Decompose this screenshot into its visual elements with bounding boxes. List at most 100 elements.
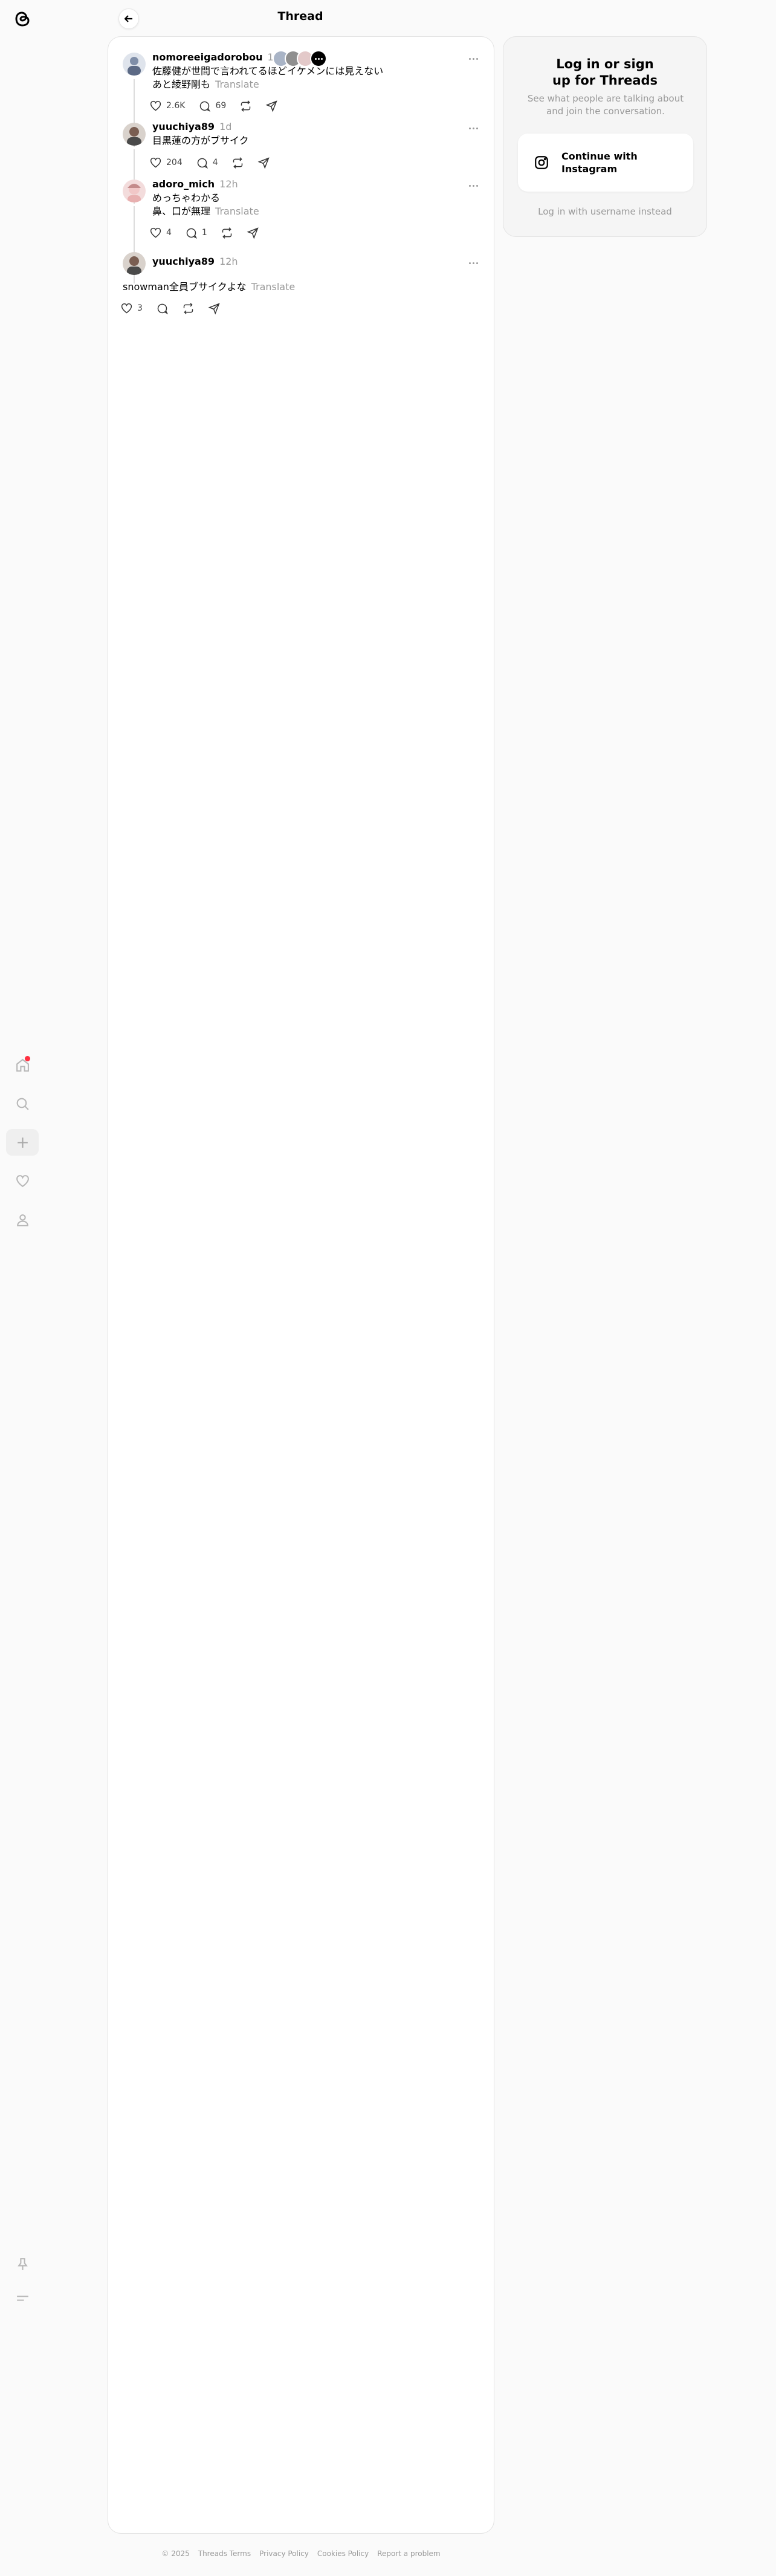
like-button[interactable]: 2.6K — [149, 100, 185, 112]
username[interactable]: nomoreeigadorobou — [152, 51, 263, 63]
heart-icon — [150, 100, 161, 111]
search-icon — [16, 1098, 29, 1110]
post-actions: 3 — [120, 299, 221, 317]
post-actions: 2.6K 69 — [149, 97, 278, 115]
translate-link[interactable]: Translate — [215, 205, 259, 217]
share-button[interactable] — [257, 157, 270, 169]
post-text: 目黒蓮の方がブサイク — [152, 134, 249, 147]
copyright: © 2025 — [161, 2549, 190, 2558]
repost-button[interactable] — [182, 302, 195, 315]
repost-icon — [222, 227, 232, 239]
heart-icon — [150, 157, 161, 167]
footer-link-privacy[interactable]: Privacy Policy — [259, 2549, 309, 2558]
nav-menu[interactable] — [6, 2285, 39, 2311]
page-title: Thread — [277, 10, 323, 23]
repost-button[interactable] — [239, 100, 252, 112]
post-header: nomoreeigadorobou1d — [152, 51, 280, 63]
footer-link-terms[interactable]: Threads Terms — [198, 2549, 251, 2558]
like-button[interactable]: 3 — [120, 302, 143, 315]
profile-icon — [16, 1214, 28, 1226]
more-options-button[interactable] — [466, 257, 480, 269]
translate-link[interactable]: Translate — [215, 79, 259, 90]
more-options-button[interactable] — [466, 53, 480, 65]
reply-avatars[interactable] — [273, 49, 327, 68]
like-count: 2.6K — [166, 101, 186, 111]
login-title: Log in or sign up for Threads — [552, 57, 658, 88]
post-header: adoro_mich 12h — [152, 178, 238, 190]
repost-icon — [241, 100, 251, 112]
comment-icon — [200, 101, 211, 112]
continue-with-instagram-button[interactable]: Continue with Instagram — [518, 134, 693, 192]
repost-button[interactable] — [231, 157, 244, 169]
nav-profile[interactable] — [6, 1206, 39, 1233]
more-options-button[interactable] — [466, 122, 480, 134]
more-options-button[interactable] — [466, 180, 480, 192]
share-button[interactable] — [208, 302, 221, 315]
translate-link[interactable]: Translate — [251, 281, 296, 293]
nav-new-thread[interactable] — [6, 1129, 39, 1156]
post-text-line: めっちゃわかる — [152, 192, 221, 204]
username[interactable]: adoro_mich — [152, 178, 215, 190]
like-button[interactable]: 4 — [149, 227, 172, 239]
footer: © 2025 Threads Terms Privacy Policy Cook… — [108, 2549, 494, 2558]
avatar[interactable] — [123, 53, 146, 76]
like-button[interactable]: 204 — [149, 157, 183, 169]
like-count: 204 — [166, 158, 183, 167]
more-replies-icon — [310, 50, 327, 67]
thread-card: nomoreeigadorobou1d 佐藤健が世間で言われてるほどイケメンには… — [108, 36, 494, 2534]
footer-link-cookies[interactable]: Cookies Policy — [317, 2549, 369, 2558]
login-username-link[interactable]: Log in with username instead — [503, 206, 706, 217]
avatar[interactable] — [123, 180, 146, 202]
login-subtitle: See what people are talking about and jo… — [527, 93, 684, 117]
post-text: めっちゃわかる 鼻、口が無理 Translate — [152, 192, 259, 218]
share-button[interactable] — [247, 227, 259, 239]
comment-icon — [157, 303, 168, 314]
post-header: yuuchiya89 12h — [152, 256, 238, 267]
post-text: 佐藤健が世間で言われてるほどイケメンには見えない あと綾野剛も Translate — [152, 65, 383, 91]
share-button[interactable] — [265, 100, 278, 112]
timestamp: 12h — [219, 256, 238, 267]
instagram-icon — [535, 156, 548, 169]
nav-pin[interactable] — [6, 2251, 39, 2277]
comment-icon — [186, 228, 197, 239]
post-actions: 204 4 — [149, 154, 270, 172]
menu-icon — [16, 2295, 28, 2301]
post-text-line: snowman全員ブサイクよな — [123, 281, 247, 293]
nav-search[interactable] — [6, 1090, 39, 1117]
send-icon — [247, 227, 259, 239]
avatar[interactable] — [123, 252, 146, 275]
username[interactable]: yuuchiya89 — [152, 121, 215, 132]
post-text: snowman全員ブサイクよな Translate — [123, 280, 295, 294]
post-text-line: あと綾野剛も — [152, 79, 211, 90]
reply-button[interactable] — [156, 302, 169, 315]
username[interactable]: yuuchiya89 — [152, 256, 215, 267]
instagram-button-label: Continue with Instagram — [561, 150, 638, 175]
post-text-line: 鼻、口が無理 — [152, 205, 211, 217]
plus-icon — [17, 1137, 28, 1148]
reply-count: 4 — [212, 158, 218, 167]
like-count: 4 — [166, 228, 172, 238]
heart-icon — [150, 227, 161, 238]
reply-count: 1 — [201, 228, 207, 238]
post-text-line: 目黒蓮の方がブサイク — [152, 135, 249, 146]
reply-button[interactable]: 4 — [196, 157, 218, 169]
avatar[interactable] — [123, 123, 146, 146]
repost-icon — [183, 302, 193, 314]
send-icon — [208, 302, 220, 314]
repost-button[interactable] — [221, 227, 233, 239]
reply-button[interactable]: 69 — [198, 100, 226, 112]
send-icon — [265, 100, 277, 112]
nav-activity[interactable] — [6, 1168, 39, 1194]
timestamp: 1d — [219, 121, 232, 132]
pin-icon — [17, 2257, 28, 2270]
notification-dot — [25, 1056, 30, 1061]
nav-home[interactable] — [6, 1052, 39, 1078]
post-text-line: 佐藤健が世間で言われてるほどイケメンには見えない — [152, 65, 384, 77]
footer-link-report[interactable]: Report a problem — [377, 2549, 440, 2558]
like-count: 3 — [137, 303, 143, 313]
reply-button[interactable]: 1 — [185, 227, 207, 239]
repost-icon — [233, 157, 242, 169]
heart-icon — [121, 303, 132, 313]
heart-icon — [16, 1174, 29, 1187]
reply-count: 69 — [215, 101, 227, 111]
